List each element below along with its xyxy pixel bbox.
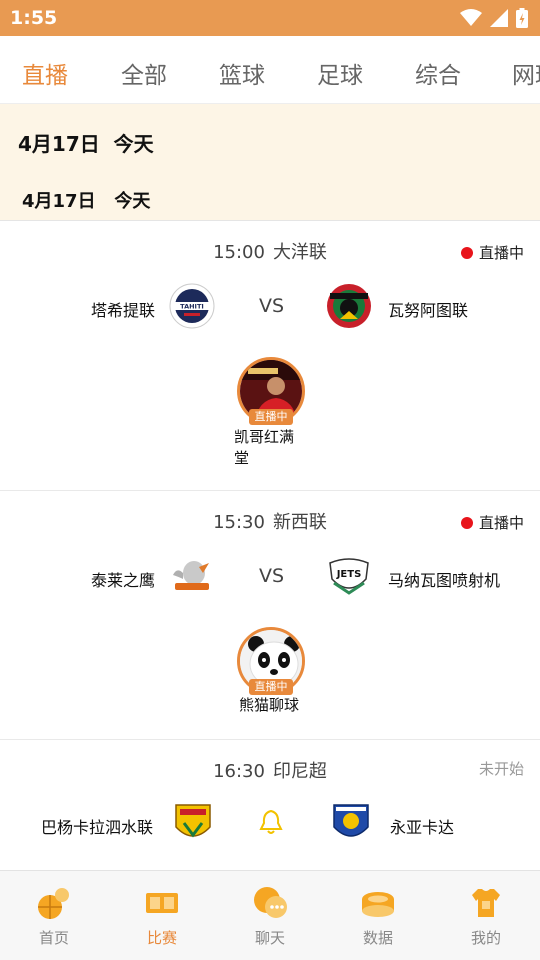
bottom-nav: 首页 比赛 聊天 数据 我的 bbox=[0, 870, 540, 960]
match-status: 未开始 bbox=[479, 758, 524, 779]
bhayangkara-logo-icon bbox=[175, 804, 211, 838]
tab-all[interactable]: 全部 bbox=[121, 56, 167, 90]
vanuatu-logo-icon bbox=[327, 284, 371, 328]
nav-label: 首页 bbox=[38, 929, 69, 947]
match-time: 15:00 bbox=[213, 242, 265, 263]
away-team-name: 永亚卡达 bbox=[390, 818, 455, 837]
date-banner: 4月17日 今天 4月17日 今天 bbox=[0, 104, 540, 221]
bell-icon[interactable] bbox=[259, 809, 283, 835]
hawks-logo-icon bbox=[173, 561, 209, 590]
anchor-live-badge: 直播中 bbox=[249, 679, 293, 695]
match-status-label: 未开始 bbox=[478, 760, 524, 778]
basketball-football-icon bbox=[38, 888, 69, 919]
match-status: 直播中 bbox=[460, 242, 524, 263]
match-league: 印尼超 bbox=[272, 761, 327, 782]
match-time: 16:30 bbox=[213, 761, 265, 782]
wifi-icon bbox=[460, 9, 482, 26]
nav-data[interactable]: 数据 bbox=[324, 871, 432, 960]
match-league: 新西联 bbox=[272, 512, 327, 533]
persikabo-logo-icon bbox=[333, 804, 369, 837]
battery-icon bbox=[516, 8, 528, 28]
away-team-name: 马纳瓦图喷射机 bbox=[388, 571, 501, 590]
tab-football[interactable]: 足球 bbox=[317, 56, 363, 90]
status-bar: 1:55 bbox=[0, 0, 540, 36]
match-card[interactable]: 15:00 大洋联 直播中 塔希提联 TAHITI VS 瓦努阿图联 直播中 凯哥… bbox=[0, 222, 540, 491]
cell-signal-icon bbox=[490, 9, 508, 27]
match-time: 15:30 bbox=[213, 512, 265, 533]
match-status: 直播中 bbox=[460, 512, 524, 533]
vs-label: VS bbox=[259, 295, 285, 317]
match-league: 大洋联 bbox=[272, 242, 327, 263]
vs-label: VS bbox=[259, 565, 285, 587]
nav-profile[interactable]: 我的 bbox=[432, 871, 540, 960]
match-card[interactable]: 15:30 新西联 直播中 泰莱之鹰 VS JETS 马纳瓦图喷射机 直播中 熊猫 bbox=[0, 492, 540, 740]
stadium-icon bbox=[362, 892, 394, 917]
home-logo-text: TAHITI bbox=[180, 303, 204, 311]
tab-basketball[interactable]: 篮球 bbox=[219, 56, 265, 90]
scoreboard-icon bbox=[146, 893, 178, 913]
match-card[interactable]: 16:30 印尼超 未开始 巴杨卡拉泗水联 永亚卡达 bbox=[0, 741, 540, 870]
live-dot-icon bbox=[460, 246, 473, 259]
home-team-name: 塔希提联 bbox=[90, 301, 155, 320]
match-header: 15:00 大洋联 bbox=[0, 238, 540, 264]
anchor-live-badge: 直播中 bbox=[249, 409, 293, 425]
date-sticky-header: 4月17日 今天 bbox=[18, 132, 154, 156]
nav-label: 聊天 bbox=[254, 929, 285, 947]
jets-logo-icon: JETS bbox=[329, 558, 369, 595]
date-section-header: 4月17日 今天 bbox=[22, 191, 151, 212]
match-status-label: 直播中 bbox=[478, 514, 524, 532]
home-team-name: 巴杨卡拉泗水联 bbox=[40, 818, 153, 837]
away-logo-text: JETS bbox=[336, 569, 362, 580]
tab-comprehensive[interactable]: 综合 bbox=[415, 56, 461, 90]
tahiti-logo-icon: TAHITI bbox=[169, 283, 215, 329]
nav-matches[interactable]: 比赛 bbox=[108, 871, 216, 960]
nav-label: 比赛 bbox=[146, 929, 177, 947]
status-icons bbox=[460, 8, 528, 28]
match-header: 15:30 新西联 bbox=[0, 508, 540, 534]
tab-live[interactable]: 直播 bbox=[22, 56, 68, 90]
chat-bubble-icon bbox=[254, 887, 287, 918]
status-time: 1:55 bbox=[10, 7, 58, 29]
category-tabbar: 直播 全部 篮球 足球 综合 网球 bbox=[0, 36, 540, 104]
match-status-label: 直播中 bbox=[478, 244, 524, 262]
nav-label: 数据 bbox=[362, 929, 393, 947]
live-dot-icon bbox=[460, 516, 473, 529]
tab-tennis[interactable]: 网球 bbox=[512, 56, 540, 90]
jersey-icon bbox=[472, 889, 500, 917]
home-team-name: 泰莱之鹰 bbox=[90, 571, 155, 590]
match-header: 16:30 印尼超 bbox=[0, 757, 540, 783]
away-team-name: 瓦努阿图联 bbox=[388, 301, 469, 320]
anchor-name[interactable]: 凯哥红满 堂 bbox=[234, 427, 294, 469]
anchor-name[interactable]: 熊猫聊球 bbox=[239, 695, 299, 716]
nav-home[interactable]: 首页 bbox=[0, 871, 108, 960]
nav-label: 我的 bbox=[470, 929, 501, 947]
nav-chat[interactable]: 聊天 bbox=[216, 871, 324, 960]
